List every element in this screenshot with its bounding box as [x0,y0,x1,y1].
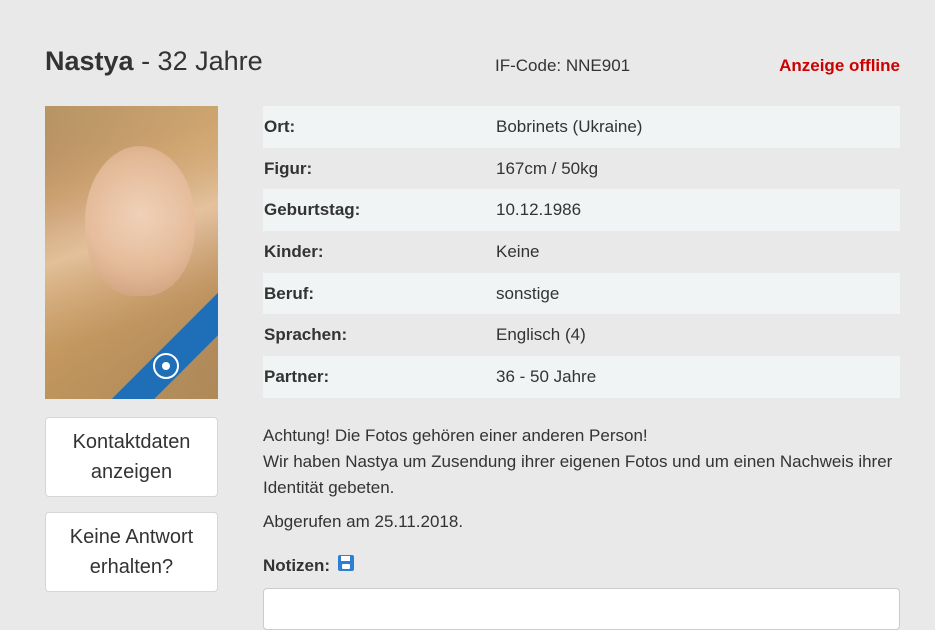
profile-name: Nastya [45,46,134,76]
table-row: Beruf: sonstige [263,272,900,315]
table-row: Figur: 167cm / 50kg [263,147,900,190]
no-reply-button[interactable]: Keine Antwort erhalten? [45,512,218,592]
notes-label: Notizen: [263,556,331,575]
table-row: Partner: 36 - 50 Jahre [263,356,900,398]
detail-value: Englisch (4) [496,325,586,345]
detail-value: 167cm / 50kg [496,158,599,178]
if-code: IF-Code: NNE901 [495,56,631,75]
eye-icon [153,353,179,379]
detail-label: Ort: [264,116,296,136]
save-icon[interactable] [338,555,355,571]
profile-age: - 32 Jahre [133,46,263,76]
table-row: Ort: Bobrinets (Ukraine) [263,106,900,148]
detail-label: Figur: [264,158,313,178]
detail-label: Beruf: [264,283,315,303]
detail-label: Geburtstag: [264,200,361,220]
detail-value: 36 - 50 Jahre [496,366,597,386]
profile-photo[interactable] [45,106,218,399]
detail-label: Partner: [264,366,330,386]
notes-label-row: Notizen: [263,555,355,576]
detail-label: Sprachen: [264,325,348,345]
detail-value: Keine [496,241,540,261]
photo-face [85,146,195,296]
retrieved-date: Abgerufen am 25.11.2018. [263,512,464,531]
detail-value: Bobrinets (Ukraine) [496,116,643,136]
photo-warning: Achtung! Die Fotos gehören einer anderen… [263,423,903,501]
notes-field[interactable] [263,588,900,630]
warning-line-2: Wir haben Nastya um Zusendung ihrer eige… [263,452,893,497]
table-row: Sprachen: Englisch (4) [263,314,900,357]
status-badge: Anzeige offline [779,56,900,75]
profile-title: Nastya - 32 Jahre [45,46,263,77]
profile-details-table: Ort: Bobrinets (Ukraine) Figur: 167cm / … [263,106,900,398]
detail-value: 10.12.1986 [496,200,582,220]
table-row: Geburtstag: 10.12.1986 [263,189,900,232]
detail-label: Kinder: [264,241,324,261]
table-row: Kinder: Keine [263,231,900,273]
show-contact-button[interactable]: Kontaktdaten anzeigen [45,417,218,497]
detail-value: sonstige [496,283,560,303]
warning-line-1: Achtung! Die Fotos gehören einer anderen… [263,426,648,445]
